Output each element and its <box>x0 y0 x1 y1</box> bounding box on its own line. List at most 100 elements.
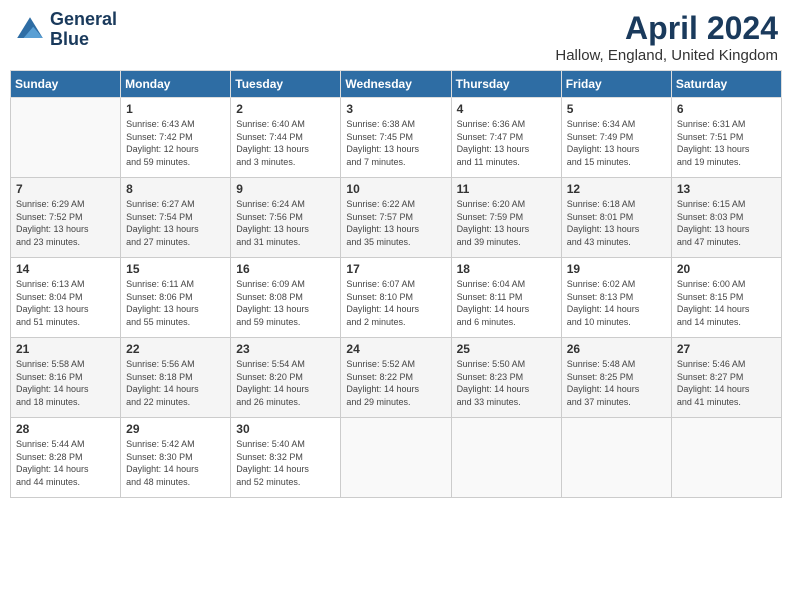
calendar-cell: 12 Sunrise: 6:18 AM Sunset: 8:01 PM Dayli… <box>561 178 671 258</box>
cell-info: Sunrise: 6:38 AM Sunset: 7:45 PM Dayligh… <box>346 118 445 168</box>
cell-info: Sunrise: 6:43 AM Sunset: 7:42 PM Dayligh… <box>126 118 225 168</box>
logo-icon <box>14 14 46 46</box>
weekday-header: Saturday <box>671 71 781 98</box>
calendar-cell: 30Sunrise: 5:40 AM Sunset: 8:32 PM Dayli… <box>231 418 341 498</box>
calendar-cell: 9 Sunrise: 6:24 AM Sunset: 7:56 PM Daylig… <box>231 178 341 258</box>
day-number: 22 <box>126 342 225 356</box>
calendar-cell: 5 Sunrise: 6:34 AM Sunset: 7:49 PM Daylig… <box>561 98 671 178</box>
day-number: 15 <box>126 262 225 276</box>
calendar-cell: 29Sunrise: 5:42 AM Sunset: 8:30 PM Dayli… <box>121 418 231 498</box>
calendar-cell: 11 Sunrise: 6:20 AM Sunset: 7:59 PM Dayli… <box>451 178 561 258</box>
cell-info: Sunrise: 5:44 AM Sunset: 8:28 PM Dayligh… <box>16 438 115 488</box>
day-number: 21 <box>16 342 115 356</box>
calendar-cell: 1 Sunrise: 6:43 AM Sunset: 7:42 PM Daylig… <box>121 98 231 178</box>
cell-info: Sunrise: 5:48 AM Sunset: 8:25 PM Dayligh… <box>567 358 666 408</box>
calendar-cell: 20 Sunrise: 6:00 AM Sunset: 8:15 PM Dayli… <box>671 258 781 338</box>
cell-info: Sunrise: 6:09 AM Sunset: 8:08 PM Dayligh… <box>236 278 335 328</box>
calendar-body: 1 Sunrise: 6:43 AM Sunset: 7:42 PM Daylig… <box>11 98 782 498</box>
calendar-cell: 17 Sunrise: 6:07 AM Sunset: 8:10 PM Dayli… <box>341 258 451 338</box>
day-number: 28 <box>16 422 115 436</box>
weekday-header: Friday <box>561 71 671 98</box>
day-number: 9 <box>236 182 335 196</box>
calendar-cell: 10 Sunrise: 6:22 AM Sunset: 7:57 PM Dayli… <box>341 178 451 258</box>
calendar-week-row: 1 Sunrise: 6:43 AM Sunset: 7:42 PM Daylig… <box>11 98 782 178</box>
calendar-cell <box>11 98 121 178</box>
cell-info: Sunrise: 6:13 AM Sunset: 8:04 PM Dayligh… <box>16 278 115 328</box>
day-number: 19 <box>567 262 666 276</box>
day-number: 18 <box>457 262 556 276</box>
logo-text: General Blue <box>50 10 117 50</box>
calendar-cell: 4 Sunrise: 6:36 AM Sunset: 7:47 PM Daylig… <box>451 98 561 178</box>
calendar-week-row: 28 Sunrise: 5:44 AM Sunset: 8:28 PM Dayli… <box>11 418 782 498</box>
calendar-week-row: 14 Sunrise: 6:13 AM Sunset: 8:04 PM Dayli… <box>11 258 782 338</box>
calendar-cell: 14 Sunrise: 6:13 AM Sunset: 8:04 PM Dayli… <box>11 258 121 338</box>
day-number: 2 <box>236 102 335 116</box>
calendar-cell: 2 Sunrise: 6:40 AM Sunset: 7:44 PM Daylig… <box>231 98 341 178</box>
cell-info: Sunrise: 5:58 AM Sunset: 8:16 PM Dayligh… <box>16 358 115 408</box>
day-number: 8 <box>126 182 225 196</box>
page-header: General Blue April 2024 Hallow, England,… <box>10 10 782 64</box>
day-number: 29 <box>126 422 225 436</box>
cell-info: Sunrise: 6:00 AM Sunset: 8:15 PM Dayligh… <box>677 278 776 328</box>
location: Hallow, England, United Kingdom <box>555 47 778 64</box>
calendar-cell <box>451 418 561 498</box>
day-number: 27 <box>677 342 776 356</box>
day-number: 4 <box>457 102 556 116</box>
cell-info: Sunrise: 6:11 AM Sunset: 8:06 PM Dayligh… <box>126 278 225 328</box>
day-number: 1 <box>126 102 225 116</box>
day-number: 25 <box>457 342 556 356</box>
calendar-cell: 6Sunrise: 6:31 AM Sunset: 7:51 PM Daylig… <box>671 98 781 178</box>
day-number: 26 <box>567 342 666 356</box>
cell-info: Sunrise: 6:07 AM Sunset: 8:10 PM Dayligh… <box>346 278 445 328</box>
calendar-week-row: 7 Sunrise: 6:29 AM Sunset: 7:52 PM Daylig… <box>11 178 782 258</box>
day-number: 10 <box>346 182 445 196</box>
cell-info: Sunrise: 5:56 AM Sunset: 8:18 PM Dayligh… <box>126 358 225 408</box>
day-number: 20 <box>677 262 776 276</box>
cell-info: Sunrise: 6:02 AM Sunset: 8:13 PM Dayligh… <box>567 278 666 328</box>
calendar-cell: 21 Sunrise: 5:58 AM Sunset: 8:16 PM Dayli… <box>11 338 121 418</box>
cell-info: Sunrise: 6:40 AM Sunset: 7:44 PM Dayligh… <box>236 118 335 168</box>
calendar-cell: 8 Sunrise: 6:27 AM Sunset: 7:54 PM Daylig… <box>121 178 231 258</box>
weekday-header: Sunday <box>11 71 121 98</box>
cell-info: Sunrise: 6:24 AM Sunset: 7:56 PM Dayligh… <box>236 198 335 248</box>
calendar-week-row: 21 Sunrise: 5:58 AM Sunset: 8:16 PM Dayli… <box>11 338 782 418</box>
weekday-header: Monday <box>121 71 231 98</box>
day-number: 7 <box>16 182 115 196</box>
cell-info: Sunrise: 5:52 AM Sunset: 8:22 PM Dayligh… <box>346 358 445 408</box>
calendar-cell: 15 Sunrise: 6:11 AM Sunset: 8:06 PM Dayli… <box>121 258 231 338</box>
day-number: 6 <box>677 102 776 116</box>
day-number: 14 <box>16 262 115 276</box>
calendar-cell: 24 Sunrise: 5:52 AM Sunset: 8:22 PM Dayli… <box>341 338 451 418</box>
cell-info: Sunrise: 6:04 AM Sunset: 8:11 PM Dayligh… <box>457 278 556 328</box>
calendar-cell: 22 Sunrise: 5:56 AM Sunset: 8:18 PM Dayli… <box>121 338 231 418</box>
cell-info: Sunrise: 6:34 AM Sunset: 7:49 PM Dayligh… <box>567 118 666 168</box>
cell-info: Sunrise: 5:46 AM Sunset: 8:27 PM Dayligh… <box>677 358 776 408</box>
calendar-cell: 26 Sunrise: 5:48 AM Sunset: 8:25 PM Dayli… <box>561 338 671 418</box>
calendar-cell: 18 Sunrise: 6:04 AM Sunset: 8:11 PM Dayli… <box>451 258 561 338</box>
weekday-header: Wednesday <box>341 71 451 98</box>
day-number: 23 <box>236 342 335 356</box>
calendar-cell: 13Sunrise: 6:15 AM Sunset: 8:03 PM Dayli… <box>671 178 781 258</box>
cell-info: Sunrise: 5:54 AM Sunset: 8:20 PM Dayligh… <box>236 358 335 408</box>
cell-info: Sunrise: 6:18 AM Sunset: 8:01 PM Dayligh… <box>567 198 666 248</box>
day-number: 17 <box>346 262 445 276</box>
cell-info: Sunrise: 6:22 AM Sunset: 7:57 PM Dayligh… <box>346 198 445 248</box>
cell-info: Sunrise: 6:36 AM Sunset: 7:47 PM Dayligh… <box>457 118 556 168</box>
calendar-cell: 16 Sunrise: 6:09 AM Sunset: 8:08 PM Dayli… <box>231 258 341 338</box>
day-number: 13 <box>677 182 776 196</box>
day-number: 12 <box>567 182 666 196</box>
day-number: 24 <box>346 342 445 356</box>
day-number: 5 <box>567 102 666 116</box>
calendar-cell: 23 Sunrise: 5:54 AM Sunset: 8:20 PM Dayli… <box>231 338 341 418</box>
cell-info: Sunrise: 5:40 AM Sunset: 8:32 PM Dayligh… <box>236 438 335 488</box>
cell-info: Sunrise: 6:27 AM Sunset: 7:54 PM Dayligh… <box>126 198 225 248</box>
calendar-cell: 19 Sunrise: 6:02 AM Sunset: 8:13 PM Dayli… <box>561 258 671 338</box>
day-number: 11 <box>457 182 556 196</box>
cell-info: Sunrise: 6:20 AM Sunset: 7:59 PM Dayligh… <box>457 198 556 248</box>
calendar-table: SundayMondayTuesdayWednesdayThursdayFrid… <box>10 70 782 498</box>
cell-info: Sunrise: 6:29 AM Sunset: 7:52 PM Dayligh… <box>16 198 115 248</box>
calendar-cell <box>341 418 451 498</box>
day-number: 16 <box>236 262 335 276</box>
calendar-cell: 7 Sunrise: 6:29 AM Sunset: 7:52 PM Daylig… <box>11 178 121 258</box>
title-block: April 2024 Hallow, England, United Kingd… <box>555 10 778 64</box>
